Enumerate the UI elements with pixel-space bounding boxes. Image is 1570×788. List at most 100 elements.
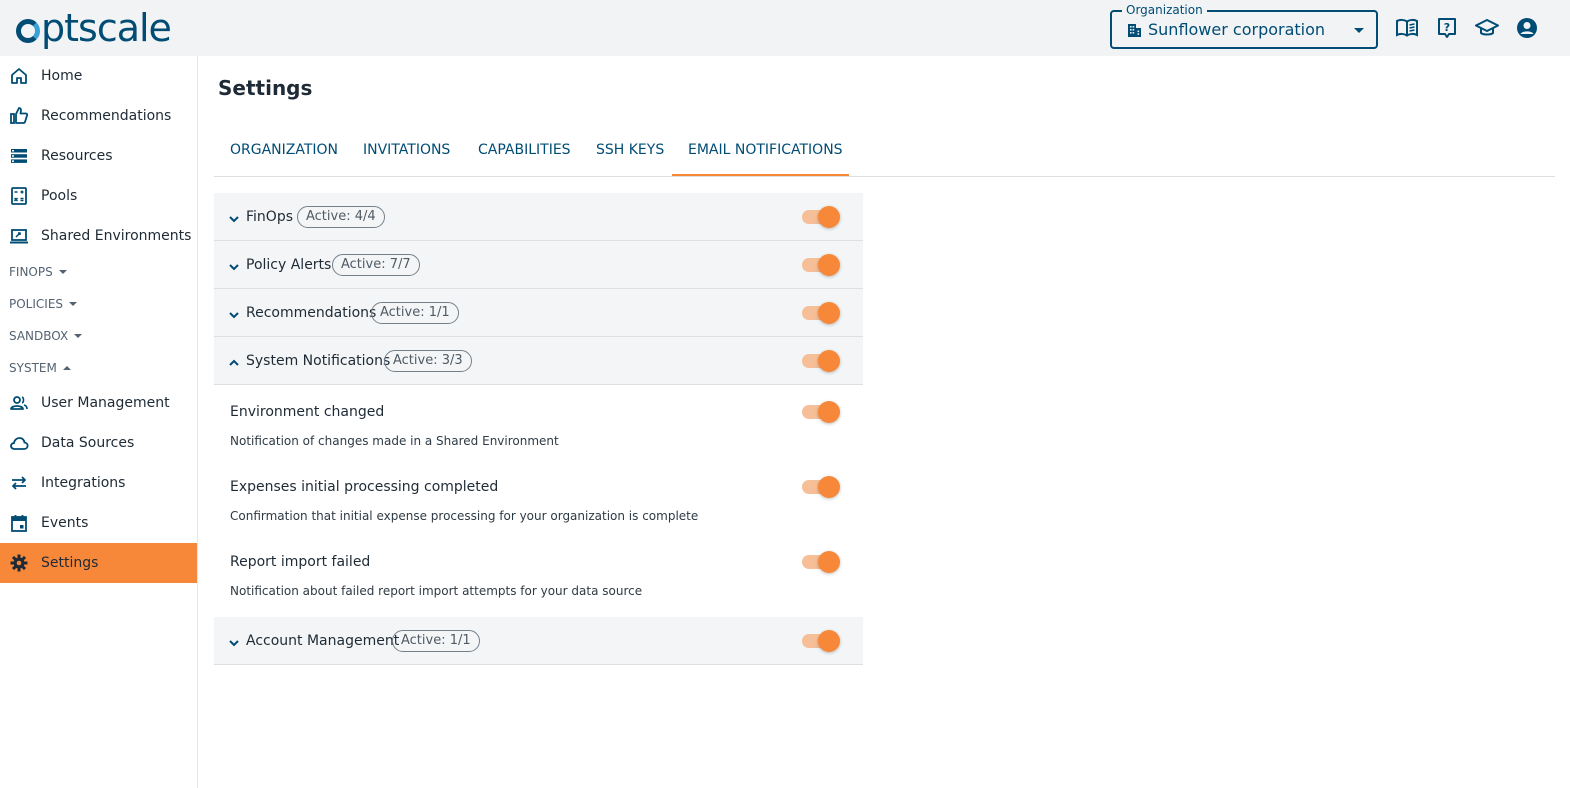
sidebar: Home Recommendations Resources Pools Sha… [0, 56, 198, 788]
sidebar-item-user-management[interactable]: User Management [0, 383, 197, 423]
profile-icon[interactable] [1515, 16, 1539, 40]
sidebar-item-label: Pools [41, 188, 78, 204]
active-count-badge: Active: 3/3 [384, 350, 472, 372]
chevron-down-icon [228, 634, 240, 647]
section-label: SANDBOX [9, 329, 69, 343]
notification-title: Environment changed [230, 404, 385, 420]
section-label: SYSTEM [9, 361, 57, 375]
thumb-up-icon [9, 106, 29, 126]
group-policy-alerts[interactable]: Policy Alerts Active: 7/7 [214, 241, 863, 289]
tab-email-notifications[interactable]: Email Notifications [672, 130, 849, 176]
group-toggle[interactable] [800, 350, 840, 372]
notification-toggle[interactable] [800, 551, 840, 573]
notification-description: Notification about failed report import … [230, 584, 643, 598]
notification-toggle[interactable] [800, 476, 840, 498]
tab-ssh-keys[interactable]: SSH Keys [580, 130, 680, 176]
notification-toggle[interactable] [800, 401, 840, 423]
group-finops[interactable]: FinOps Active: 4/4 [214, 193, 863, 241]
academy-icon[interactable] [1475, 16, 1499, 40]
group-toggle[interactable] [800, 302, 840, 324]
toggle-thumb [818, 302, 840, 324]
calendar-icon [9, 513, 29, 533]
group-account-management[interactable]: Account Management Active: 1/1 [214, 617, 863, 665]
group-toggle[interactable] [800, 254, 840, 276]
sidebar-item-home[interactable]: Home [0, 56, 197, 96]
list-icon [9, 146, 29, 166]
chevron-down-icon [228, 210, 240, 223]
sidebar-item-label: Home [41, 68, 83, 84]
toggle-thumb [818, 630, 840, 652]
toggle-thumb [818, 206, 840, 228]
svg-text:?: ? [1444, 21, 1450, 34]
users-icon [9, 393, 29, 413]
sidebar-item-integrations[interactable]: Integrations [0, 463, 197, 503]
sidebar-section-policies[interactable]: POLICIES [9, 297, 78, 311]
documentation-icon[interactable] [1395, 16, 1419, 40]
notification-description: Notification of changes made in a Shared… [230, 434, 559, 448]
group-recommendations[interactable]: Recommendations Active: 1/1 [214, 289, 863, 337]
group-system-notifications[interactable]: System Notifications Active: 3/3 [214, 337, 863, 385]
chevron-down-icon [228, 306, 240, 319]
organization-value: Sunflower corporation [1148, 20, 1326, 39]
sidebar-item-events[interactable]: Events [0, 503, 197, 543]
sidebar-item-label: Data Sources [41, 435, 135, 451]
group-title: Account Management [246, 633, 400, 649]
group-title: Policy Alerts [246, 257, 332, 273]
sidebar-section-sandbox[interactable]: SANDBOX [9, 329, 83, 343]
sidebar-section-finops[interactable]: FINOPS [9, 265, 67, 279]
settings-tabs: Organization Invitations Capabilities SS… [214, 130, 1555, 177]
sidebar-item-settings[interactable]: Settings [0, 543, 197, 583]
toggle-thumb [818, 254, 840, 276]
home-icon [9, 66, 29, 86]
building-icon [1126, 22, 1142, 38]
sidebar-item-resources[interactable]: Resources [0, 136, 197, 176]
group-title: FinOps [246, 209, 293, 225]
sidebar-item-data-sources[interactable]: Data Sources [0, 423, 197, 463]
logo-o-ring [16, 19, 40, 43]
arrows-icon [9, 473, 29, 493]
caret-up-icon [62, 366, 71, 370]
group-toggle[interactable] [800, 630, 840, 652]
chevron-down-icon [228, 258, 240, 271]
notification-description: Confirmation that initial expense proces… [230, 509, 699, 523]
section-label: POLICIES [9, 297, 64, 311]
active-count-badge: Active: 1/1 [392, 630, 480, 652]
calculator-icon [9, 186, 29, 206]
caret-down-icon [69, 302, 78, 306]
sidebar-item-label: Shared Environments [41, 228, 192, 244]
sidebar-item-pools[interactable]: Pools [0, 176, 197, 216]
group-toggle[interactable] [800, 206, 840, 228]
tab-organization[interactable]: Organization [214, 130, 354, 176]
sidebar-section-system[interactable]: SYSTEM [9, 361, 71, 375]
chevron-up-icon [228, 354, 240, 366]
caret-down-icon [74, 334, 83, 338]
help-icon[interactable]: ? [1435, 16, 1459, 40]
toggle-thumb [818, 401, 840, 423]
active-count-badge: Active: 7/7 [332, 254, 420, 276]
sidebar-item-label: Resources [41, 148, 113, 164]
sidebar-item-shared-environments[interactable]: Shared Environments [0, 216, 197, 256]
cloud-icon [9, 433, 29, 453]
sidebar-item-label: Integrations [41, 475, 126, 491]
tab-capabilities[interactable]: Capabilities [462, 130, 587, 176]
top-header: ptscale Organization Sunflower corporati… [0, 0, 1570, 56]
page-title: Settings [218, 76, 313, 100]
active-count-badge: Active: 4/4 [297, 206, 385, 228]
sidebar-item-label: Settings [41, 555, 99, 571]
gear-icon [9, 553, 29, 573]
chevron-down-icon [1354, 28, 1364, 33]
tab-invitations[interactable]: Invitations [347, 130, 466, 176]
sidebar-item-label: Recommendations [41, 108, 172, 124]
optscale-logo[interactable]: ptscale [16, 6, 172, 50]
notification-title: Expenses initial processing completed [230, 479, 499, 495]
sidebar-item-recommendations[interactable]: Recommendations [0, 96, 197, 136]
sidebar-item-label: Events [41, 515, 89, 531]
organization-selector[interactable]: Organization Sunflower corporation [1110, 3, 1378, 49]
notification-title: Report import failed [230, 554, 371, 570]
active-count-badge: Active: 1/1 [371, 302, 459, 324]
toggle-thumb [818, 551, 840, 573]
logo-text: ptscale [41, 6, 172, 50]
laptop-icon [9, 226, 29, 246]
toggle-thumb [818, 476, 840, 498]
group-title: Recommendations [246, 305, 377, 321]
